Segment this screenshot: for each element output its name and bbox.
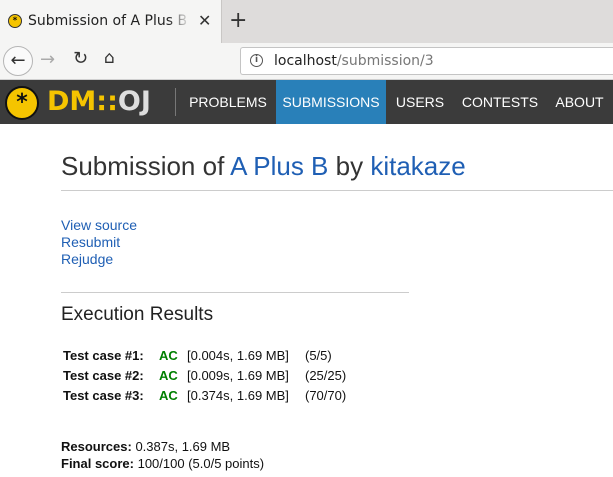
problem-link[interactable]: A Plus B [230,151,328,181]
new-tab-icon[interactable]: + [229,8,247,33]
section-title: Execution Results [61,304,214,325]
nav-contests[interactable]: CONTESTS [454,80,546,124]
test-case-row: Test case #2: AC [0.009s, 1.69 MB] (25/2… [63,366,383,386]
test-case-info: [0.004s, 1.69 MB] [187,348,289,363]
title-by: by [335,151,364,181]
view-source-link[interactable]: View source [61,217,137,234]
resources-line: Resources: 0.387s, 1.69 MB [61,438,264,455]
logo-star-icon: * [5,86,39,120]
test-case-label: Test case #2: [63,368,144,383]
test-case-row: Test case #3: AC [0.374s, 1.69 MB] (70/7… [63,386,383,406]
browser-toolbar: ← → ↻ ⌂ i localhost/submission/3 [0,43,613,80]
submission-actions: View source Resubmit Rejudge [61,217,137,268]
tab-title-fade [168,8,190,36]
title-divider [61,190,613,191]
test-case-info: [0.374s, 1.69 MB] [187,388,289,403]
test-case-status: AC [159,348,178,363]
resubmit-link[interactable]: Resubmit [61,234,137,251]
title-prefix: Submission of [61,151,225,181]
test-case-info: [0.009s, 1.69 MB] [187,368,289,383]
test-case-points: (25/25) [305,368,347,383]
info-icon[interactable]: i [250,54,263,67]
reload-icon[interactable]: ↻ [73,48,88,69]
final-score-label: Final score: [61,456,134,471]
test-case-status: AC [159,388,178,403]
tab-title: Submission of A Plus B by kitakaze [28,13,188,29]
close-tab-icon[interactable]: ✕ [198,11,211,30]
site-favicon-icon: * [8,14,22,28]
final-score-value: 100/100 (5.0/5 points) [137,456,265,471]
test-case-label: Test case #1: [63,348,144,363]
site-navbar: * DM::OJ PROBLEMS SUBMISSIONS USERS CONT… [0,80,613,124]
nav-users[interactable]: USERS [386,80,454,124]
url-path: /submission/3 [336,53,434,69]
test-case-label: Test case #3: [63,388,144,403]
nav-problems[interactable]: PROBLEMS [180,80,276,124]
nav-submissions[interactable]: SUBMISSIONS [276,80,386,124]
back-arrow-icon[interactable]: ← [3,46,33,76]
url-text[interactable]: localhost/submission/3 [274,53,434,69]
test-case-points: (5/5) [305,348,332,363]
nav-about[interactable]: ABOUT [546,80,613,124]
submission-summary: Resources: 0.387s, 1.69 MB Final score: … [61,438,264,472]
section-divider [61,292,409,293]
test-case-list: Test case #1: AC [0.004s, 1.69 MB] (5/5)… [63,346,383,406]
logo-text: DM::OJ [47,86,151,117]
home-icon[interactable]: ⌂ [104,48,115,68]
logo-dm: DM [47,86,97,117]
browser-tab[interactable]: * Submission of A Plus B by kitakaze ✕ [0,0,222,43]
final-score-line: Final score: 100/100 (5.0/5 points) [61,455,264,472]
resources-label: Resources: [61,439,132,454]
url-host: localhost [274,53,337,69]
user-link[interactable]: kitakaze [370,151,465,181]
page-title: Submission of A Plus B by kitakaze [61,151,466,182]
forward-arrow-icon[interactable]: → [40,49,55,70]
logo-separator: :: [96,86,118,117]
test-case-status: AC [159,368,178,383]
logo-oj: OJ [117,86,151,117]
rejudge-link[interactable]: Rejudge [61,251,137,268]
test-case-points: (70/70) [305,388,347,403]
navbar-divider [175,88,176,116]
resources-value: 0.387s, 1.69 MB [135,439,231,454]
url-bar[interactable]: i localhost/submission/3 [240,47,613,75]
browser-tab-bar: * Submission of A Plus B by kitakaze ✕ + [0,0,613,43]
test-case-row: Test case #1: AC [0.004s, 1.69 MB] (5/5) [63,346,383,366]
